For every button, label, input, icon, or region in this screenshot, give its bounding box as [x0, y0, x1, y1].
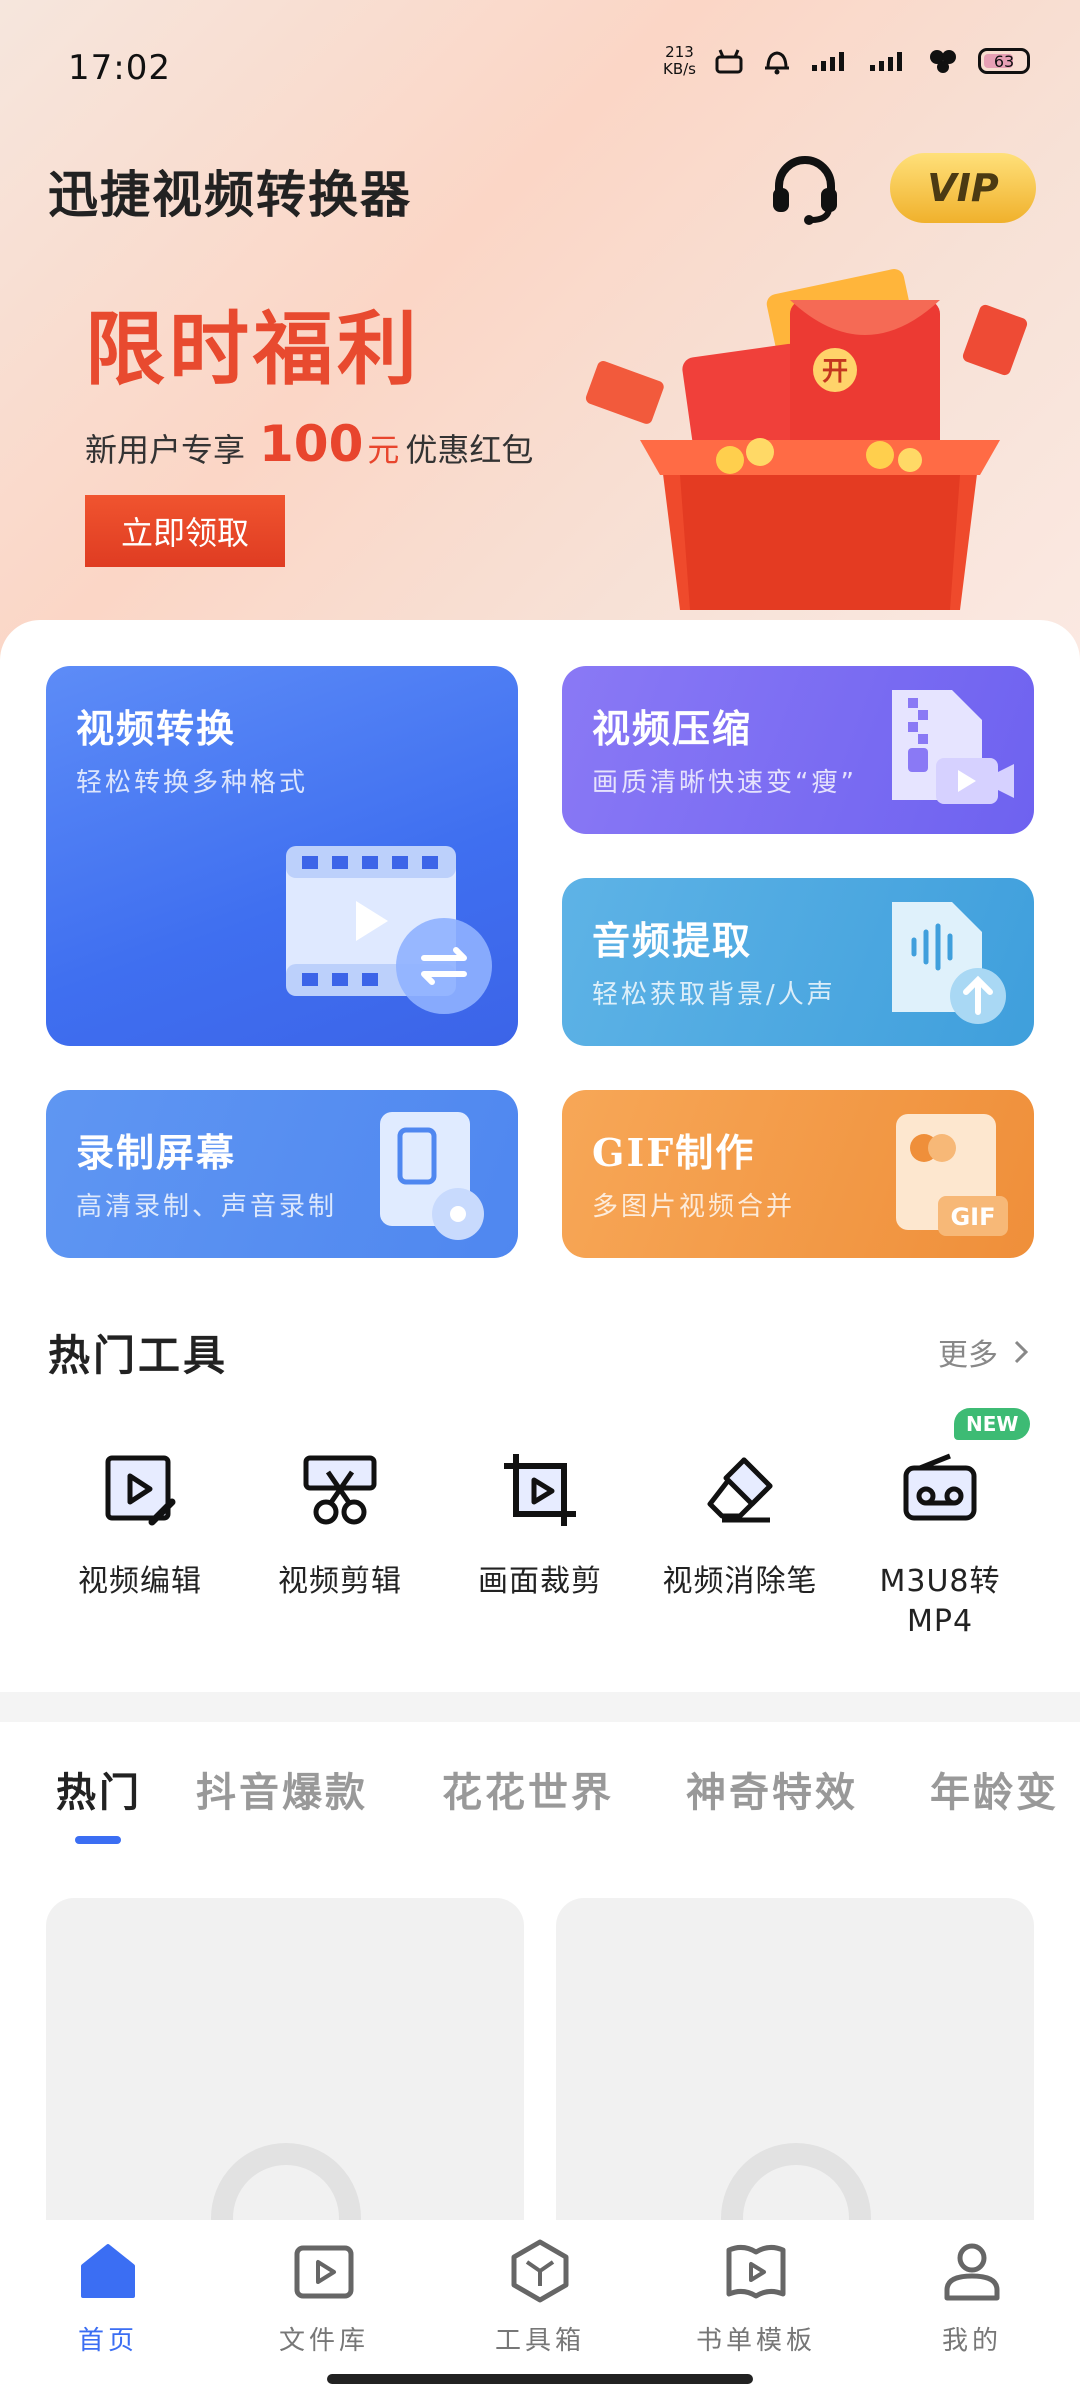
hot-tools-title: 热门工具: [48, 1331, 229, 1380]
status-icons: 213 KB/s 63: [663, 44, 1030, 78]
notification-icon: [715, 49, 743, 74]
template-card-placeholder[interactable]: [556, 1898, 1034, 2238]
film-convert-icon: [286, 846, 492, 1014]
tab-hot[interactable]: 热门: [56, 1760, 142, 1818]
tab-magic-effects[interactable]: 神奇特效: [686, 1760, 858, 1818]
gif-maker-card[interactable]: GIF制作 多图片视频合并 GIF: [562, 1090, 1034, 1258]
status-bar: 17:02 213 KB/s 63: [0, 0, 1080, 130]
eraser-icon: [707, 1457, 773, 1523]
tool-video-edit[interactable]: 视频编辑: [40, 1420, 240, 1602]
card-subtitle: 高清录制、声音录制: [76, 1192, 338, 1222]
card-title: GIF制作: [592, 1130, 756, 1175]
tab-douyin-hits[interactable]: 抖音爆款: [196, 1760, 368, 1818]
red-packet-open-char: 开: [822, 357, 848, 387]
card-subtitle: 轻松获取背景/人声: [592, 980, 836, 1010]
nav-file-library[interactable]: 文件库: [224, 2236, 424, 2357]
zip-file-icon: [892, 690, 1014, 804]
template-card-placeholder[interactable]: [46, 1898, 524, 2238]
signal-icon: [812, 52, 844, 71]
nav-book-templates[interactable]: 书单模板: [656, 2236, 856, 2357]
promo-subtitle: 新用户专享 100 元 优惠红包: [85, 415, 534, 473]
home-icon: [81, 2244, 135, 2298]
status-time: 17:02: [68, 48, 171, 88]
gif-badge: GIF: [950, 1203, 995, 1231]
signal-icon-2: [870, 52, 902, 71]
active-tab-indicator: [75, 1836, 121, 1844]
wifi-icon: [930, 50, 956, 73]
screen-record-card[interactable]: 录制屏幕 高清录制、声音录制: [46, 1090, 518, 1258]
promo-title: 限时福利: [85, 302, 421, 396]
toolbox-icon: [511, 2239, 569, 2303]
card-title: 音频提取: [592, 918, 753, 963]
card-title: 视频转换: [76, 706, 237, 751]
card-title: 录制屏幕: [76, 1130, 237, 1175]
card-subtitle: 画质清晰快速变“瘦”: [592, 768, 857, 798]
nav-profile[interactable]: 我的: [872, 2236, 1072, 2357]
audio-file-icon: [892, 902, 1006, 1024]
alarm-icon: [765, 51, 789, 75]
hot-tools-grid: 视频编辑 视频剪辑 画面裁剪 视频消除笔 M3U8转 MP4: [40, 1420, 1040, 1660]
nav-toolbox[interactable]: 工具箱: [440, 2236, 640, 2357]
tool-m3u8-to-mp4[interactable]: M3U8转 MP4: [840, 1420, 1040, 1642]
card-subtitle: 轻松转换多种格式: [76, 768, 309, 798]
scissors-icon: [303, 1455, 377, 1525]
nav-home[interactable]: 首页: [8, 2236, 208, 2357]
claim-now-button[interactable]: 立即领取: [85, 495, 285, 567]
card-title: 视频压缩: [592, 706, 753, 751]
tool-video-cut[interactable]: 视频剪辑: [240, 1420, 440, 1602]
tool-eraser[interactable]: 视频消除笔: [640, 1420, 840, 1602]
video-convert-card[interactable]: 视频转换 轻松转换多种格式: [46, 666, 518, 1046]
more-tools-link[interactable]: 更多: [938, 1330, 1030, 1374]
bottom-navigation: 首页 文件库 工具箱 书单模板 我的: [0, 2220, 1080, 2400]
audio-extract-card[interactable]: 音频提取 轻松获取背景/人声: [562, 878, 1034, 1046]
tab-flower-world[interactable]: 花花世界: [442, 1760, 614, 1818]
card-subtitle: 多图片视频合并: [592, 1192, 796, 1222]
profile-icon: [944, 2243, 1000, 2301]
video-edit-icon: [105, 1455, 176, 1526]
tab-age-change[interactable]: 年龄变: [930, 1760, 1059, 1818]
gift-box-illustration: 开: [585, 269, 1028, 610]
home-indicator-bar: [327, 2374, 753, 2384]
network-speed: 213 KB/s: [663, 43, 696, 78]
cassette-icon: [903, 1453, 977, 1521]
app-title: 迅捷视频转换器: [48, 165, 412, 224]
screen-record-icon: [380, 1112, 484, 1240]
customer-service-icon[interactable]: [765, 148, 845, 228]
vip-button[interactable]: VIP: [890, 153, 1036, 223]
gif-file-icon: GIF: [896, 1114, 1008, 1236]
category-tabs: 热门 抖音爆款 花花世界 神奇特效 年龄变: [0, 1740, 1080, 1860]
book-template-icon: [726, 2244, 786, 2299]
video-compress-card[interactable]: 视频压缩 画质清晰快速变“瘦”: [562, 666, 1034, 834]
section-divider: [0, 1692, 1080, 1722]
crop-icon: [504, 1454, 576, 1526]
chevron-right-icon: [1014, 1340, 1029, 1364]
tool-crop[interactable]: 画面裁剪: [440, 1420, 640, 1602]
play-folder-icon: [294, 2245, 354, 2299]
battery-indicator: 63: [978, 48, 1030, 74]
